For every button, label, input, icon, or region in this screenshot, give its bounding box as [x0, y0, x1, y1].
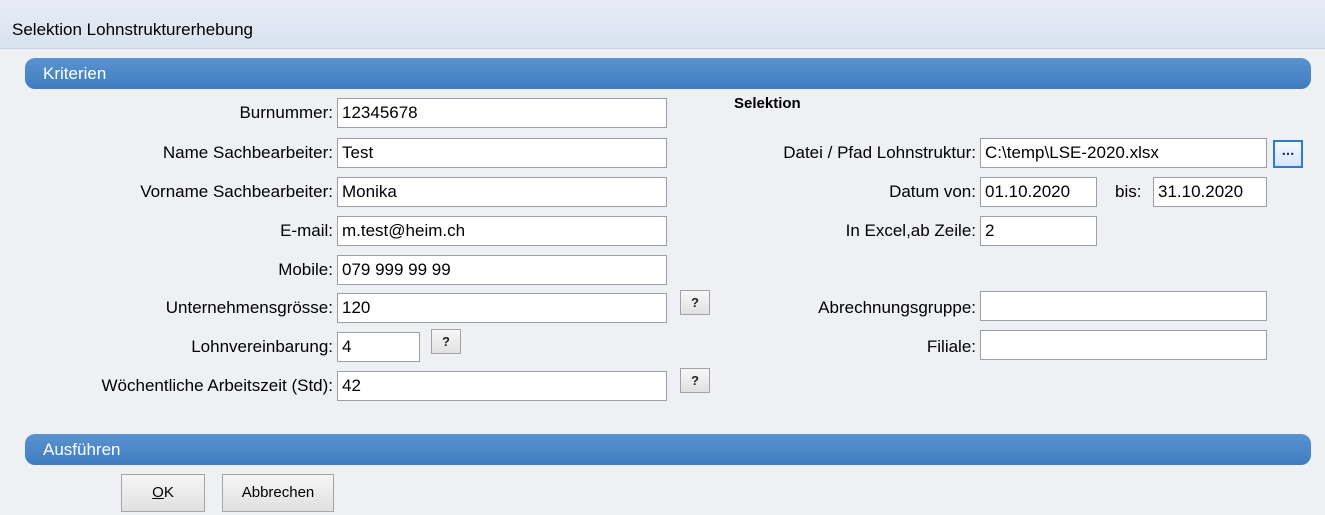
unternehmensgroesse-label: Unternehmensgrösse:	[165, 298, 333, 317]
datum-von-input[interactable]: 01.10.2020	[980, 177, 1097, 207]
arbeitszeit-label: Wöchentliche Arbeitszeit (Std):	[101, 376, 333, 395]
browse-button[interactable]: ...	[1273, 140, 1303, 168]
datei-pfad-input[interactable]: C:\temp\LSE-2020.xlsx	[980, 138, 1267, 168]
ok-button[interactable]: OK	[121, 474, 205, 512]
name-sachbearbeiter-label: Name Sachbearbeiter:	[162, 143, 333, 162]
arbeitszeit-input[interactable]: 42	[337, 371, 667, 401]
cancel-button[interactable]: Abbrechen	[222, 474, 334, 512]
vorname-sachbearbeiter-label: Vorname Sachbearbeiter:	[140, 182, 333, 201]
filiale-input[interactable]	[980, 330, 1267, 360]
abrechnungsgruppe-input[interactable]	[980, 291, 1267, 321]
arbeitszeit-help-button[interactable]: ?	[680, 368, 710, 393]
mobile-label: Mobile:	[278, 260, 333, 279]
window-title: Selektion Lohnstrukturerhebung	[12, 20, 253, 39]
lohnvereinbarung-help-button[interactable]: ?	[431, 329, 461, 354]
mobile-input[interactable]: 079 999 99 99	[337, 255, 667, 285]
unternehmensgroesse-input[interactable]: 120	[337, 293, 667, 323]
ab-zeile-label: In Excel,ab Zeile:	[845, 221, 976, 240]
ok-label: K	[163, 484, 174, 501]
selektion-heading: Selektion	[734, 95, 801, 112]
ok-mnemonic: O	[152, 484, 164, 501]
burnummer-input[interactable]: 12345678	[337, 98, 667, 128]
section-header-execute: Ausführen	[25, 434, 1311, 465]
lohnvereinbarung-label: Lohnvereinbarung:	[191, 337, 333, 356]
datei-pfad-label: Datei / Pfad Lohnstruktur:	[783, 143, 976, 162]
unternehmensgroesse-help-button[interactable]: ?	[680, 290, 710, 315]
filiale-label: Filiale:	[926, 337, 976, 356]
datum-von-label: Datum von:	[889, 182, 976, 201]
email-input[interactable]: m.test@heim.ch	[337, 216, 667, 246]
abrechnungsgruppe-label: Abrechnungsgruppe:	[818, 298, 976, 317]
ab-zeile-input[interactable]: 2	[980, 216, 1097, 246]
datum-bis-label: bis:	[1115, 182, 1142, 201]
window-titlebar: Selektion Lohnstrukturerhebung	[0, 0, 1325, 49]
burnummer-label: Burnummer:	[239, 103, 333, 122]
datum-bis-input[interactable]: 31.10.2020	[1153, 177, 1267, 207]
lohnvereinbarung-input[interactable]: 4	[337, 332, 420, 362]
email-label: E-mail:	[280, 221, 333, 240]
vorname-sachbearbeiter-input[interactable]: Monika	[337, 177, 667, 207]
name-sachbearbeiter-input[interactable]: Test	[337, 138, 667, 168]
section-header-criteria: Kriterien	[25, 58, 1311, 89]
